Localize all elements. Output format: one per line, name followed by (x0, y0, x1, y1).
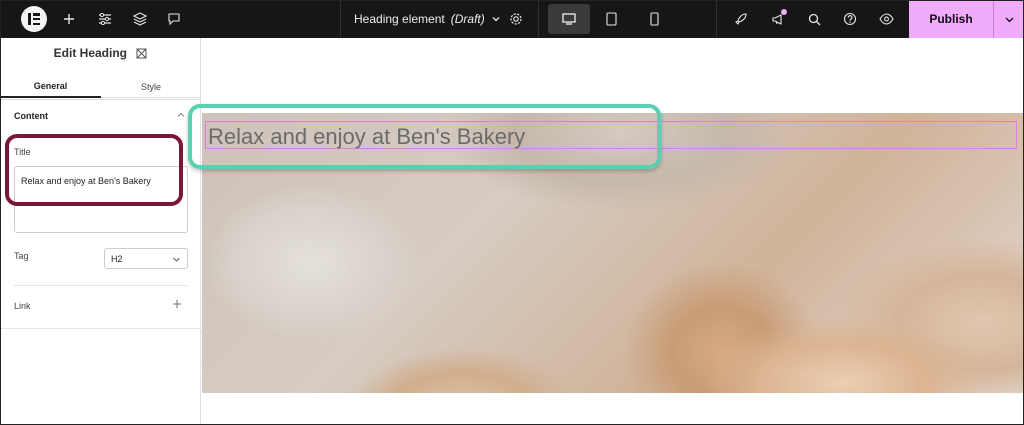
screenshot-frame (0, 0, 1024, 425)
